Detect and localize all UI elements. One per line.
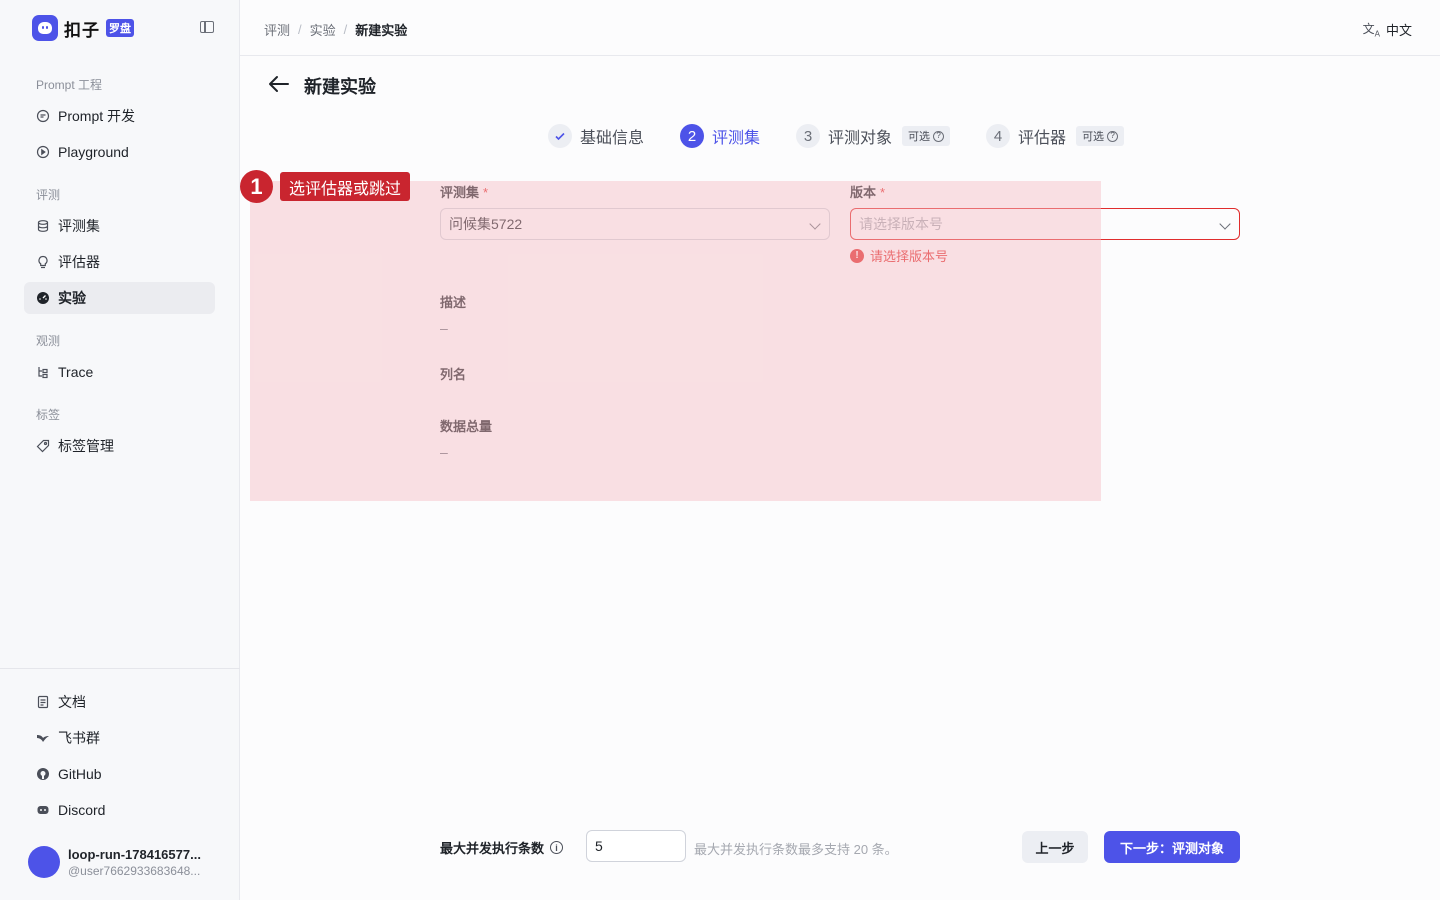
sidebar-item-github[interactable]: GitHub: [24, 758, 215, 790]
brand-badge: 罗盘: [106, 19, 134, 37]
brand-name: 扣子: [64, 20, 100, 40]
sidebar-item-label: 标签管理: [58, 438, 114, 454]
sidebar-item-label: 实验: [58, 290, 86, 306]
user-profile[interactable]: loop-run-178416577... @user7662933683648…: [28, 846, 212, 878]
step-label: 基础信息: [580, 130, 645, 147]
optional-tag-label: 可选: [908, 131, 931, 143]
back-arrow-icon[interactable]: [268, 74, 290, 94]
sidebar-item-dataset[interactable]: 评测集: [24, 210, 215, 242]
step-number: 2: [680, 124, 705, 148]
help-icon[interactable]: ?: [933, 130, 945, 142]
step-indicator: 基础信息 2 评测集 3 评测对象 可选 ? 4 评估器 可选 ?: [548, 124, 1125, 148]
optional-tag: 可选 ?: [902, 126, 951, 146]
breadcrumb-separator: /: [298, 22, 302, 37]
sidebar-item-docs[interactable]: 文档: [24, 686, 215, 718]
step-label: 评估器: [1018, 130, 1067, 147]
step-dataset[interactable]: 2 评测集: [680, 124, 760, 148]
chat-bubble-icon: [36, 109, 50, 123]
translate-icon: 文A: [1362, 22, 1380, 39]
sidebar-collapse-icon[interactable]: [200, 21, 214, 33]
feishu-icon: [36, 731, 50, 745]
gauge-icon: [36, 291, 50, 305]
sidebar: 扣子 罗盘 Prompt 工程 Prompt 开发 Playground 评测 …: [0, 0, 240, 900]
logo[interactable]: 扣子 罗盘: [32, 15, 134, 41]
breadcrumb: 评测 / 实验 / 新建实验: [264, 20, 407, 39]
sidebar-item-experiment[interactable]: 实验: [24, 282, 215, 314]
discord-icon: [36, 803, 50, 817]
breadcrumb-item-experiment[interactable]: 实验: [310, 20, 336, 39]
breadcrumb-item-eval[interactable]: 评测: [264, 20, 290, 39]
breadcrumb-separator: /: [343, 22, 348, 37]
language-switch[interactable]: 文A 中文: [1363, 20, 1412, 39]
language-label: 中文: [1385, 23, 1412, 38]
concurrency-label: 最大并发执行条数 i: [440, 838, 564, 857]
sidebar-item-discord[interactable]: Discord: [24, 794, 215, 826]
sidebar-item-evaluator[interactable]: 评估器: [24, 246, 215, 278]
sidebar-item-label: 评测集: [58, 218, 100, 234]
sidebar-item-label: Discord: [58, 802, 106, 818]
tree-icon: [36, 365, 50, 379]
info-icon[interactable]: i: [550, 841, 564, 854]
page-title: 新建实验: [304, 77, 376, 97]
sidebar-item-label: Playground: [58, 144, 129, 160]
prev-step-button[interactable]: 上一步: [1022, 831, 1088, 863]
play-circle-icon: [36, 145, 50, 159]
step-number: 4: [986, 124, 1011, 148]
help-icon[interactable]: ?: [1107, 130, 1119, 142]
logo-icon: [32, 15, 58, 41]
annotation-number: 1: [240, 170, 273, 203]
concurrency-input[interactable]: [586, 830, 686, 862]
next-step-button[interactable]: 下一步：评测对象: [1104, 831, 1240, 863]
sidebar-item-label: 飞书群: [58, 730, 100, 746]
sidebar-item-playground[interactable]: Playground: [24, 136, 215, 168]
step-label: 评测集: [712, 130, 761, 147]
sidebar-item-label: Trace: [58, 364, 94, 380]
sidebar-item-tag-manage[interactable]: 标签管理: [24, 430, 215, 462]
github-icon: [36, 767, 50, 781]
annotation-text: 选评估器或跳过: [280, 172, 411, 201]
sidebar-item-feishu[interactable]: 飞书群: [24, 722, 215, 754]
group-label-eval: 评测: [36, 188, 61, 202]
divider: [0, 668, 240, 669]
sidebar-item-trace[interactable]: Trace: [24, 356, 215, 388]
user-name: loop-run-178416577...: [68, 846, 201, 862]
optional-tag-label: 可选: [1082, 131, 1105, 143]
sidebar-item-label: 文档: [58, 694, 86, 710]
check-icon: [548, 124, 572, 148]
topbar: 评测 / 实验 / 新建实验 文A 中文: [240, 0, 1440, 56]
avatar: [28, 846, 60, 878]
sidebar-item-label: GitHub: [58, 766, 102, 782]
breadcrumb-current: 新建实验: [355, 23, 408, 38]
step-evaluator[interactable]: 4 评估器 可选 ?: [986, 124, 1125, 148]
concurrency-label-text: 最大并发执行条数: [440, 841, 545, 856]
bulb-icon: [36, 255, 50, 269]
step-label: 评测对象: [828, 130, 893, 147]
document-icon: [36, 695, 50, 709]
sidebar-item-label: 评估器: [58, 254, 100, 270]
step-number: 3: [796, 124, 821, 148]
step-target[interactable]: 3 评测对象 可选 ?: [796, 124, 951, 148]
optional-tag: 可选 ?: [1076, 126, 1125, 146]
tag-icon: [36, 439, 50, 453]
group-label-tag: 标签: [36, 408, 61, 422]
database-icon: [36, 219, 50, 233]
sidebar-item-label: Prompt 开发: [58, 108, 136, 124]
group-label-observe: 观测: [36, 334, 61, 348]
annotation-highlight: [250, 181, 1101, 501]
chevron-down-icon: [1219, 218, 1231, 230]
group-label-prompt: Prompt 工程: [36, 78, 103, 92]
step-basic-info[interactable]: 基础信息: [548, 124, 644, 148]
user-id: @user7662933683648...: [68, 863, 201, 878]
sidebar-item-prompt-dev[interactable]: Prompt 开发: [24, 100, 215, 132]
concurrency-hint: 最大并发执行条数最多支持 20 条。: [694, 842, 898, 857]
